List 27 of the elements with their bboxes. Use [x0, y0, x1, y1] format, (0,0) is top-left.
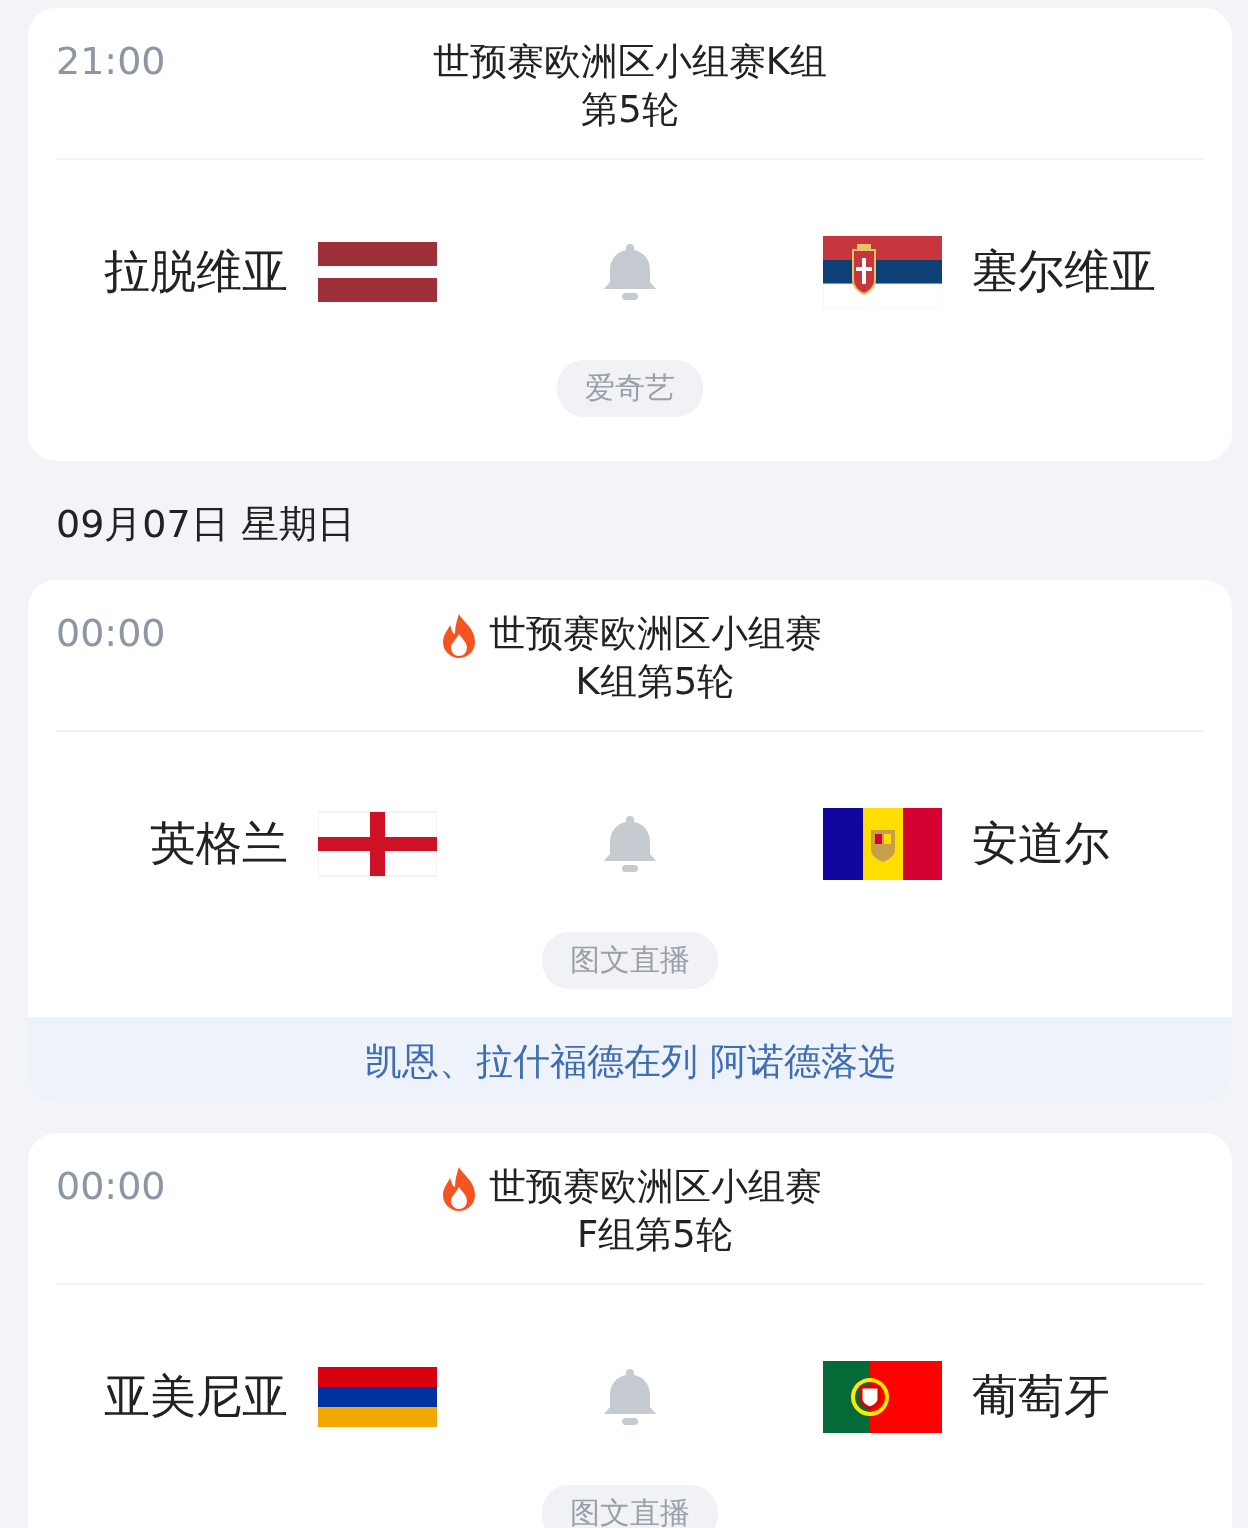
match-time: 00:00: [56, 610, 167, 656]
flag-icon: [318, 808, 437, 880]
bell-icon[interactable]: [602, 814, 658, 874]
match-title: 世预赛欧洲区小组赛 K组第5轮: [488, 611, 822, 705]
team-name: 塞尔维亚: [972, 243, 1156, 300]
flag-icon: [823, 1361, 942, 1433]
bell-icon[interactable]: [602, 1367, 658, 1427]
team-name: 亚美尼亚: [104, 1368, 288, 1425]
match-time: 00:00: [56, 1163, 167, 1209]
flag-icon: [823, 236, 942, 308]
broadcast-badge[interactable]: 图文直播: [542, 1485, 718, 1528]
broadcast-badge[interactable]: 爱奇艺: [557, 360, 703, 417]
date-heading: 09月07日 星期日: [55, 501, 356, 548]
team-name: 拉脱维亚: [104, 243, 288, 300]
team-name: 英格兰: [150, 815, 288, 872]
match-card[interactable]: 00:00 世预赛欧洲区小组赛 K组第5轮 英格兰 安道尔 图文直播 凯恩、拉什福德在列 阿诺德落选: [28, 580, 1232, 1103]
team-name: 葡萄牙: [972, 1368, 1110, 1425]
news-headline[interactable]: 凯恩、拉什福德在列 阿诺德落选: [28, 1017, 1232, 1103]
match-card[interactable]: 21:00 世预赛欧洲区小组赛K组 第5轮 拉脱维亚 塞尔维亚 爱奇艺: [28, 8, 1232, 461]
match-time: 21:00: [56, 38, 167, 84]
team-name: 安道尔: [972, 815, 1110, 872]
match-title: 世预赛欧洲区小组赛K组 第5轮: [432, 39, 828, 133]
flag-icon: [823, 808, 942, 880]
match-title: 世预赛欧洲区小组赛 F组第5轮: [488, 1164, 822, 1258]
bell-icon[interactable]: [602, 242, 658, 302]
broadcast-badge[interactable]: 图文直播: [542, 932, 718, 989]
match-card[interactable]: 00:00 世预赛欧洲区小组赛 F组第5轮 亚美尼亚 葡萄牙 图文直播: [28, 1133, 1232, 1528]
